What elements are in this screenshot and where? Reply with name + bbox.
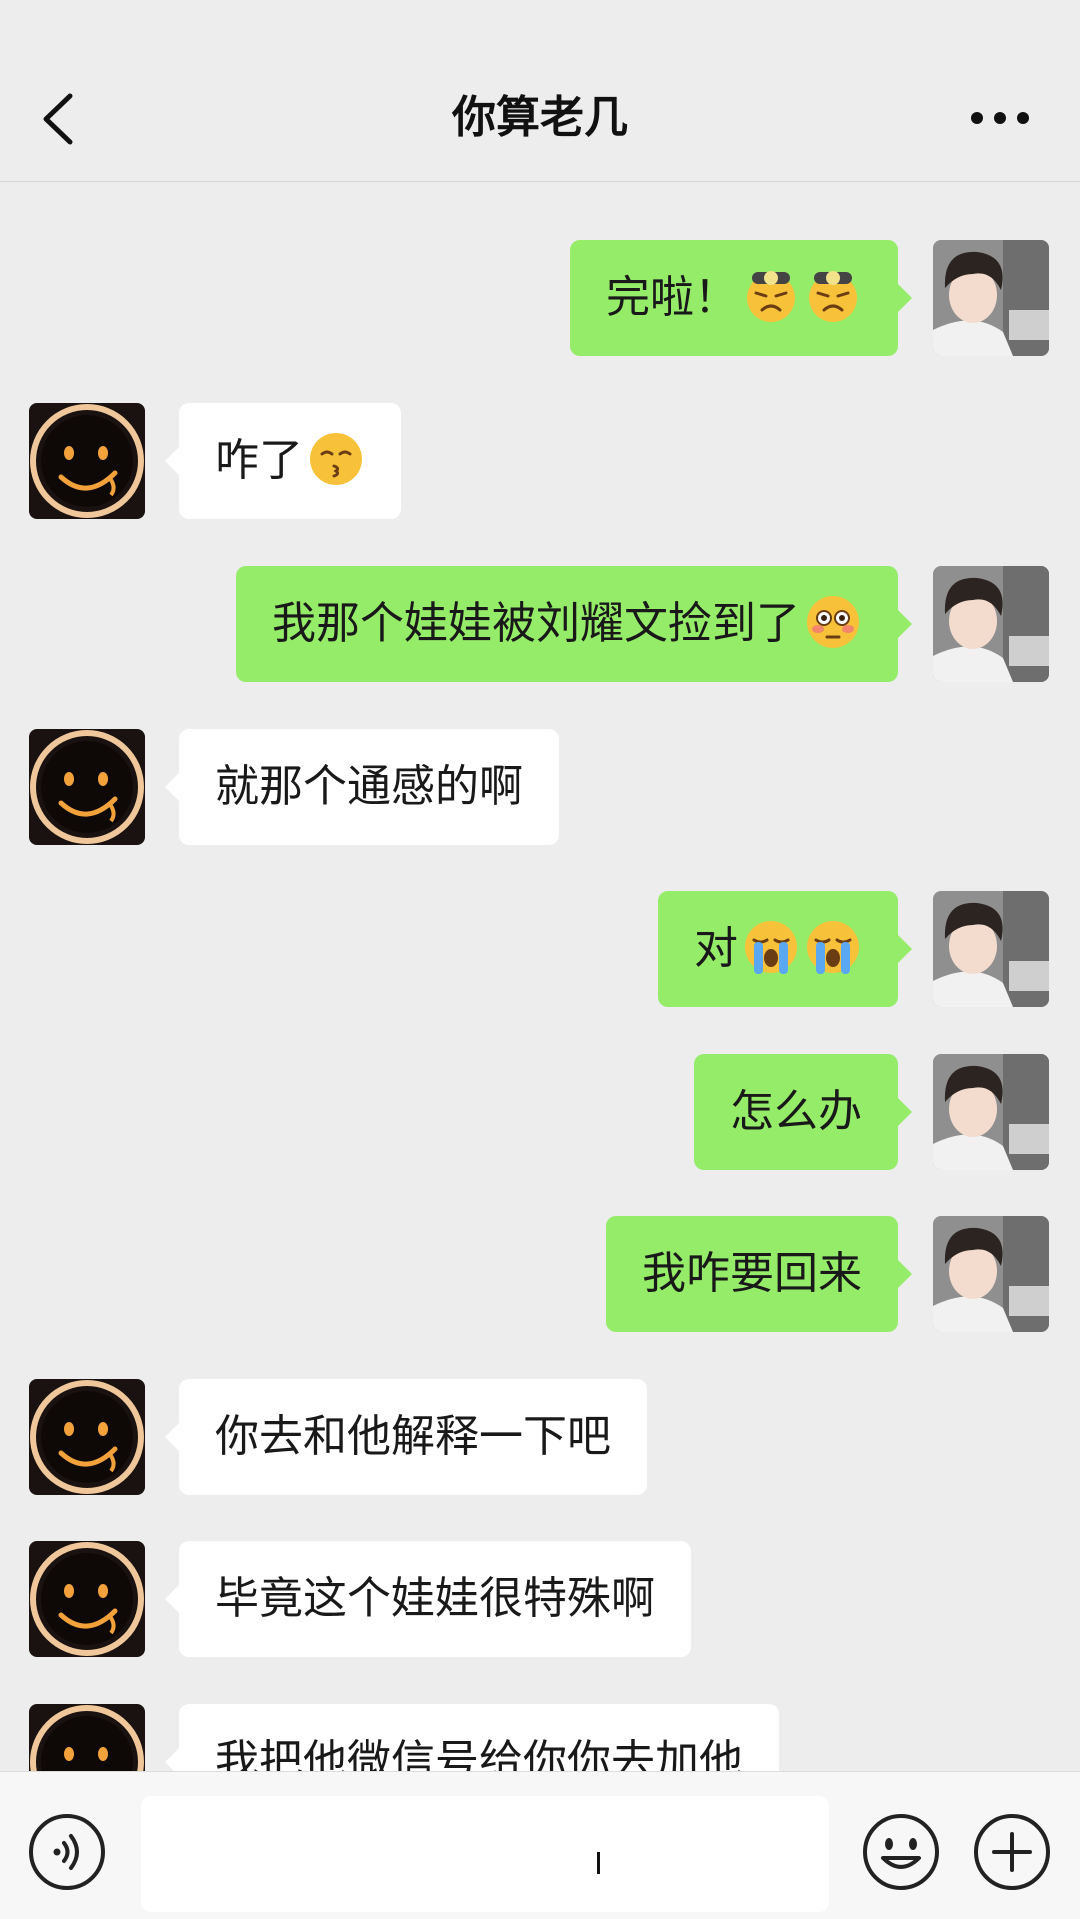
voice-button[interactable] [27,1812,107,1892]
boy-photo-avatar-icon [933,1054,1049,1170]
received-message-bubble[interactable]: 咋了 [165,403,401,519]
message-text: 毕竟这个娃娃很特殊啊 [215,1573,655,1624]
contact-avatar[interactable] [29,403,145,519]
smiley-avatar-icon [29,403,145,519]
more-functions-button[interactable] [972,1812,1052,1892]
my-avatar[interactable] [933,1216,1049,1332]
message-input[interactable] [141,1796,829,1912]
sent-message-bubble[interactable]: 完啦！ [570,240,912,356]
boy-photo-avatar-icon [933,1216,1049,1332]
kissing-face-emoji-icon [310,433,362,485]
message-row: 我那个娃娃被刘耀文捡到了 [0,566,1080,682]
message-row: 就那个通感的啊 [0,729,1080,845]
tired-face-emoji-icon [809,271,857,322]
emoji-button[interactable] [861,1812,941,1892]
voice-icon [29,1814,105,1890]
message-row: 咋了 [0,403,1080,519]
input-bar [0,1771,1080,1919]
my-avatar[interactable] [933,1054,1049,1170]
message-text: 怎么办 [730,1086,862,1137]
message-row: 我把他微信号给你你去加他 [0,1704,1080,1771]
message-row: 完啦！ [0,240,1080,356]
contact-avatar[interactable] [29,1541,145,1657]
received-message-bubble[interactable]: 就那个通感的啊 [165,729,559,845]
smiley-avatar-icon [29,1379,145,1495]
my-avatar[interactable] [933,891,1049,1007]
message-row: 对 [0,891,1080,1007]
received-message-bubble[interactable]: 毕竟这个娃娃很特殊啊 [165,1541,691,1657]
contact-avatar[interactable] [29,1704,145,1771]
text-cursor [597,1852,600,1874]
my-avatar[interactable] [933,566,1049,682]
message-text: 对 [694,923,738,974]
more-dots-icon [971,112,1029,124]
crying-face-emoji-icon [745,921,797,974]
smiley-avatar-icon [29,1541,145,1657]
contact-avatar[interactable] [29,729,145,845]
message-row: 你去和他解释一下吧 [0,1379,1080,1495]
received-message-bubble[interactable]: 你去和他解释一下吧 [165,1379,647,1495]
boy-photo-avatar-icon [933,240,1049,356]
smiley-avatar-icon [29,729,145,845]
sent-message-bubble[interactable]: 我咋要回来 [606,1216,912,1332]
sent-message-bubble[interactable]: 怎么办 [694,1054,912,1170]
message-list[interactable]: 完啦！ 咋了 我那个娃娃被刘耀文捡到了 就那个通感的啊 对 怎么办 我咋要回来 … [0,183,1080,1771]
message-text: 就那个通感的啊 [215,761,523,812]
sent-message-bubble[interactable]: 对 [658,891,912,1007]
plus-icon [974,1814,1050,1890]
message-text: 咋了 [215,435,303,486]
message-text: 我那个娃娃被刘耀文捡到了 [272,598,800,649]
chat-screen: 你算老几 完啦！ 咋了 我那个娃娃被刘耀文捡到了 就那个通感的啊 对 怎么办 我… [0,0,1080,1919]
boy-photo-avatar-icon [933,891,1049,1007]
tired-face-emoji-icon [747,271,795,322]
message-text: 完啦！ [606,272,738,323]
chat-title: 你算老几 [452,92,628,143]
emoji-icon [863,1814,939,1890]
message-text: 我咋要回来 [642,1248,862,1299]
more-options-button[interactable] [960,96,1040,140]
contact-avatar[interactable] [29,1379,145,1495]
sent-message-bubble[interactable]: 我那个娃娃被刘耀文捡到了 [236,566,912,682]
message-row: 怎么办 [0,1054,1080,1170]
message-row: 毕竟这个娃娃很特殊啊 [0,1541,1080,1657]
chat-header: 你算老几 [0,0,1080,182]
my-avatar[interactable] [933,240,1049,356]
message-row: 我咋要回来 [0,1216,1080,1332]
received-message-bubble[interactable]: 我把他微信号给你你去加他 [165,1704,779,1771]
flushed-face-emoji-icon [807,596,859,648]
boy-photo-avatar-icon [933,566,1049,682]
message-text: 我把他微信号给你你去加他 [215,1736,743,1771]
crying-face-emoji-icon [807,921,859,974]
message-text: 你去和他解释一下吧 [215,1411,611,1462]
smiley-avatar-icon [29,1704,145,1771]
